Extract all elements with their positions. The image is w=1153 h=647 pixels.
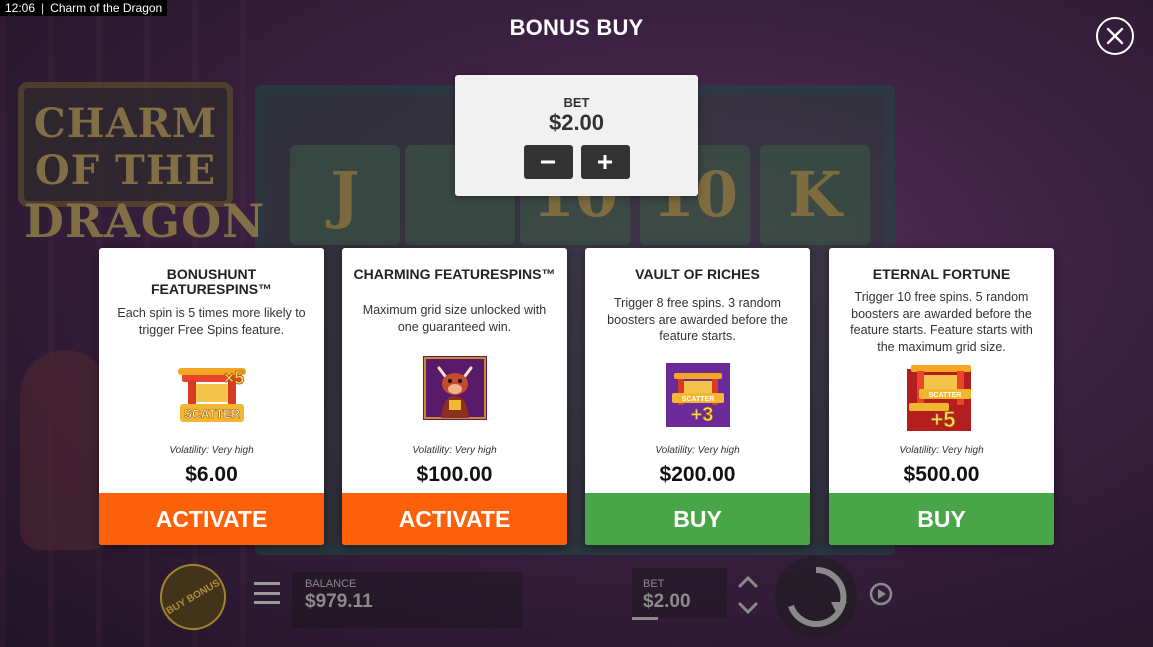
scatter-label: SCATTER — [928, 392, 961, 399]
background-reel-symbol: K — [760, 145, 870, 245]
card-price: $100.00 — [416, 463, 493, 486]
chevron-up-down-icon[interactable] — [737, 574, 759, 616]
card-title: VAULT OF RICHES — [635, 266, 760, 282]
activate-button[interactable]: ACTIVATE — [99, 493, 324, 545]
hamburger-menu-icon[interactable] — [254, 582, 280, 604]
card-title: ETERNAL FORTUNE — [872, 266, 1011, 282]
buy-button[interactable]: BUY — [829, 493, 1054, 545]
card-volatility: Volatility: Very high — [169, 445, 254, 456]
card-title: CHARMING FEATURESPINS™ — [353, 266, 556, 282]
scatter-plus5-icon: SCATTER +5 — [906, 365, 977, 433]
scatter-plus3-icon: SCATTER +3 — [665, 363, 730, 427]
background-reel-symbol: J — [290, 145, 400, 245]
ox-character-icon — [422, 356, 487, 420]
card-description: Trigger 8 free spins. 3 random boosters … — [607, 296, 788, 343]
background-vase — [20, 350, 110, 550]
game-logo-line1: CHARM OF THE — [33, 100, 218, 194]
increase-bet-button[interactable] — [580, 145, 630, 179]
page-title: BONUS BUY — [509, 15, 644, 40]
status-bar: 12:06 | Charm of the Dragon — [0, 0, 168, 16]
balance-value: $979.11 — [305, 591, 373, 612]
bottom-bet-display[interactable]: BET $2.00 — [632, 568, 727, 620]
feature-card-bonushunt: BONUSHUNT FEATURESPINS™ Each spin is 5 t… — [99, 248, 324, 545]
feature-card-vault-of-riches: VAULT OF RICHES Trigger 8 free spins. 3 … — [585, 248, 810, 545]
close-button[interactable] — [1096, 17, 1134, 55]
scatter-booster-count: +5 — [930, 407, 955, 432]
card-description: Maximum grid size unlocked with one guar… — [362, 303, 547, 334]
bottom-bet-value: $2.00 — [643, 591, 691, 612]
decrease-bet-button[interactable] — [523, 145, 573, 179]
spin-button[interactable] — [775, 556, 857, 638]
bet-buttons — [455, 145, 698, 179]
game-logo-line2: DRAGON — [24, 194, 266, 248]
card-volatility: Volatility: Very high — [655, 445, 740, 456]
feature-card-eternal-fortune: ETERNAL FORTUNE Trigger 10 free spins. 5… — [829, 248, 1054, 545]
autoplay-icon[interactable] — [866, 579, 896, 609]
scatter-label: SCATTER — [184, 407, 240, 421]
bet-value: $2.00 — [548, 110, 605, 135]
buy-button[interactable]: BUY — [585, 493, 810, 545]
plus-icon — [598, 155, 612, 169]
card-volatility: Volatility: Very high — [899, 445, 984, 456]
minus-icon — [541, 160, 555, 164]
window-title: Charm of the Dragon — [50, 1, 163, 15]
balance-display: BALANCE $979.11 — [292, 572, 522, 628]
activate-button[interactable]: ACTIVATE — [342, 493, 567, 545]
bet-panel: BET $2.00 — [455, 75, 698, 196]
spin-arrow-icon — [788, 566, 847, 627]
card-price: $6.00 — [185, 463, 238, 486]
status-separator: | — [41, 1, 45, 15]
feature-card-charming: CHARMING FEATURESPINS™ Maximum grid size… — [342, 248, 567, 545]
bet-label: BET — [563, 95, 590, 110]
card-title: BONUSHUNT FEATURESPINS™ — [150, 266, 273, 297]
scatter-booster-count: +3 — [690, 404, 713, 426]
game-logo: CHARM OF THE DRAGON — [18, 82, 264, 248]
card-volatility: Volatility: Very high — [412, 445, 497, 456]
scatter-multiplier: ×5 — [223, 368, 244, 388]
balance-label: BALANCE — [305, 578, 357, 590]
card-price: $200.00 — [659, 463, 736, 486]
bet-underline — [632, 617, 658, 620]
card-price: $500.00 — [903, 463, 980, 486]
scatter-x5-icon: SCATTER ×5 — [177, 360, 246, 424]
status-time: 12:06 — [5, 1, 36, 15]
close-icon — [1106, 27, 1124, 45]
scatter-label: SCATTER — [681, 396, 714, 403]
card-description: Each spin is 5 times more likely to trig… — [117, 306, 306, 337]
bottom-bet-label: BET — [643, 578, 665, 590]
card-description: Trigger 10 free spins. 5 random boosters… — [850, 290, 1033, 354]
